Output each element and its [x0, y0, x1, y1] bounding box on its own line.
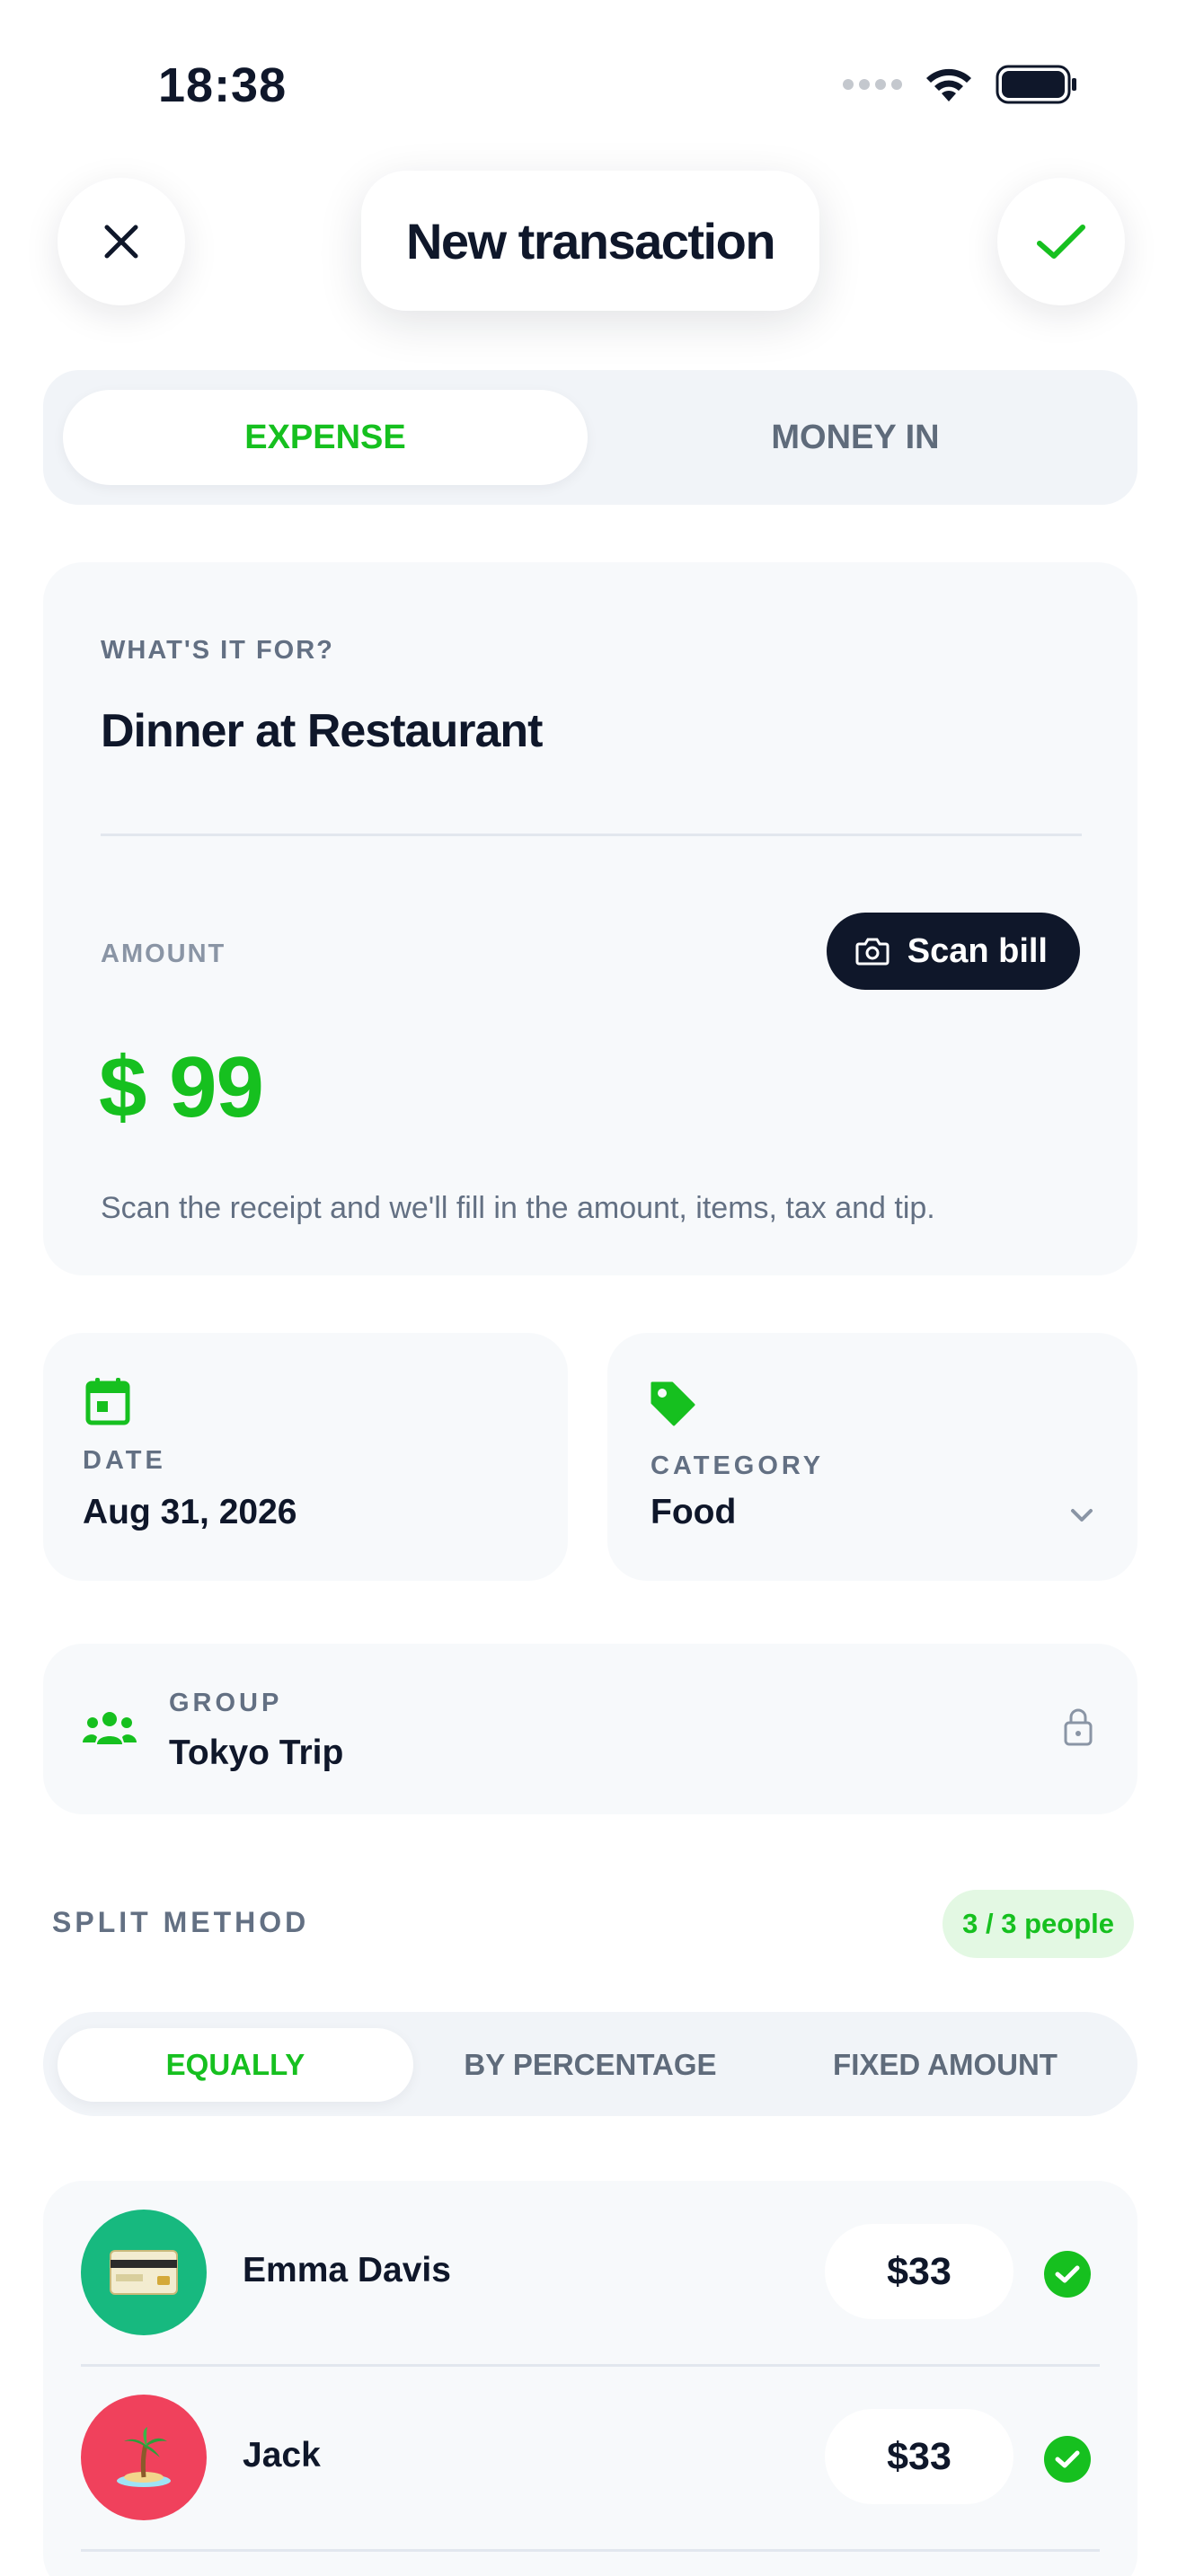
camera-icon: [855, 938, 890, 966]
status-icons: [843, 65, 1078, 104]
new-transaction-screen: 18:38 New transaction EXPENSE MONEY IN W…: [0, 0, 1186, 2576]
avatar: [81, 2210, 207, 2335]
category-picker[interactable]: CATEGORY Food: [607, 1333, 1137, 1581]
wifi-icon: [926, 68, 971, 101]
group-selector[interactable]: GROUP Tokyo Trip: [43, 1644, 1137, 1814]
tab-by-percentage[interactable]: BY PERCENTAGE: [412, 2028, 768, 2102]
list-item[interactable]: Jack $33: [43, 2366, 1137, 2549]
tag-icon: [651, 1381, 695, 1426]
scan-bill-label: Scan bill: [907, 931, 1048, 970]
confirm-button[interactable]: [997, 178, 1125, 305]
cellular-signal-icon: [843, 79, 902, 90]
scan-bill-button[interactable]: Scan bill: [826, 913, 1080, 990]
date-label: DATE: [83, 1446, 166, 1475]
island-icon: [117, 2427, 171, 2487]
status-time: 18:38: [158, 58, 288, 112]
chevron-down-icon: [1071, 1509, 1093, 1522]
date-value: Aug 31, 2026: [83, 1493, 297, 1531]
amount-label: AMOUNT: [101, 940, 226, 968]
transaction-type-toggle: EXPENSE MONEY IN: [43, 370, 1137, 505]
member-name: Jack: [243, 2436, 321, 2475]
tab-money-in[interactable]: MONEY IN: [593, 390, 1118, 485]
currency-symbol: $: [99, 1039, 146, 1135]
group-label: GROUP: [169, 1689, 283, 1717]
category-label: CATEGORY: [651, 1451, 825, 1480]
page-title: New transaction: [361, 171, 819, 311]
scan-hint: Scan the receipt and we'll fill in the a…: [101, 1191, 935, 1225]
battery-icon: [996, 65, 1076, 104]
date-picker[interactable]: DATE Aug 31, 2026: [43, 1333, 568, 1581]
checked-icon[interactable]: [1044, 2436, 1091, 2483]
member-amount-input[interactable]: $33: [825, 2409, 1013, 2504]
amount-value: 99: [169, 1039, 264, 1135]
description-label: WHAT'S IT FOR?: [101, 636, 334, 665]
list-item[interactable]: Emma Davis $33: [43, 2181, 1137, 2364]
tab-expense[interactable]: EXPENSE: [63, 390, 588, 485]
avatar: [81, 2395, 207, 2520]
checked-icon[interactable]: [1044, 2251, 1091, 2298]
description-input[interactable]: Dinner at Restaurant: [101, 704, 543, 758]
calendar-icon: [85, 1378, 130, 1425]
split-method-title: SPLIT METHOD: [52, 1906, 310, 1938]
category-value: Food: [651, 1493, 737, 1531]
tab-fixed-amount[interactable]: FIXED AMOUNT: [767, 2028, 1123, 2102]
divider: [101, 834, 1082, 836]
details-card: WHAT'S IT FOR? Dinner at Restaurant AMOU…: [43, 562, 1137, 1275]
members-list: Emma Davis $33 Jack $33: [43, 2181, 1137, 2576]
lock-icon: [1064, 1708, 1093, 1746]
split-method-toggle: EQUALLY BY PERCENTAGE FIXED AMOUNT: [43, 2012, 1137, 2116]
group-icon: [83, 1712, 137, 1744]
divider: [81, 2549, 1100, 2552]
people-count-badge: 3 / 3 people: [943, 1890, 1134, 1958]
group-value: Tokyo Trip: [169, 1734, 344, 1772]
member-name: Emma Davis: [243, 2251, 451, 2289]
member-amount-input[interactable]: $33: [825, 2224, 1013, 2319]
amount-input[interactable]: $ 99: [99, 1038, 264, 1137]
tab-equally[interactable]: EQUALLY: [58, 2028, 413, 2102]
checkmark-icon: [1037, 225, 1085, 259]
close-button[interactable]: [58, 178, 185, 305]
credit-card-icon: [110, 2250, 178, 2295]
close-icon: [104, 225, 138, 259]
